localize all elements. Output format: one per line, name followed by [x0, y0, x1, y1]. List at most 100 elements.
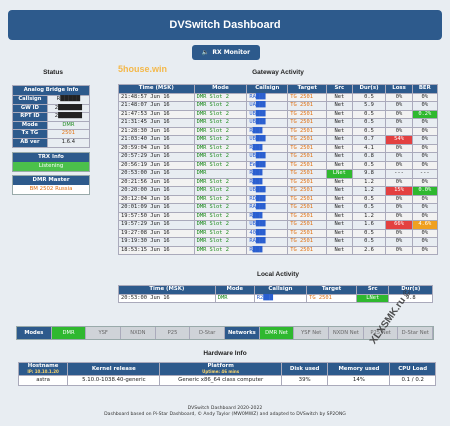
gateway-cell: R███	[246, 126, 289, 136]
local-header: Time (MSK)	[118, 285, 216, 295]
gateway-cell: UB███	[246, 118, 289, 128]
hardware-info-title: Hardware Info	[203, 350, 247, 357]
gateway-cell: R███	[246, 169, 289, 179]
gateway-cell: LNet	[326, 169, 353, 179]
local-header: Mode	[214, 285, 255, 295]
gateway-cell: 20:53:00 Jun 16	[118, 169, 195, 179]
gateway-header: BER	[411, 84, 439, 94]
cpu-header: CPU Load	[389, 362, 436, 376]
gateway-cell: 0%	[385, 177, 413, 187]
table-row: 19:57:50 Jun 16 DMR Slot 2 R███ TG 2501 Net 1…	[118, 211, 439, 221]
kernel-header: Kernel release	[67, 362, 161, 376]
table-row: 20:12:04 Jun 16 DMR Slot 2 RD███ TG 2501 Net…	[118, 194, 439, 204]
gateway-cell: Net	[326, 237, 353, 247]
gateway-header: Callsign	[246, 84, 289, 94]
gateway-cell: 19:27:08 Jun 16	[118, 228, 195, 238]
platform-value: Generic x86_64 class computer	[159, 375, 282, 386]
gateway-cell: Net	[326, 203, 353, 213]
gateway-cell: R███	[246, 245, 289, 255]
gateway-cell: 66%	[385, 220, 413, 230]
gateway-cell: TG 2501	[287, 245, 328, 255]
status-label: Callsign	[12, 95, 48, 105]
gateway-cell: 0%	[385, 211, 413, 221]
kernel-value: 5.10.0-1038.40-generic	[67, 375, 161, 386]
gateway-cell: 0.0%	[411, 186, 439, 196]
rx-monitor-label: RX Monitor	[212, 49, 251, 56]
gateway-cell: Net	[326, 143, 353, 153]
gateway-cell: R███	[246, 143, 289, 153]
trx-status: Listening	[13, 162, 89, 171]
rx-monitor-button[interactable]: 🔈 RX Monitor	[192, 45, 260, 60]
footer: DVSwitch Dashboard 2020-2022 Dashboard b…	[0, 406, 450, 418]
local-cell: TG 2501	[306, 293, 358, 303]
gateway-cell: 0%	[411, 118, 439, 128]
gateway-cell: 0.5	[351, 118, 387, 128]
gateway-cell: DMR Slot 2	[193, 101, 248, 111]
gateway-cell: 0%	[385, 143, 413, 153]
gateway-cell: 0.2%	[411, 109, 439, 119]
table-row: 20:01:09 Jun 16 DMR Slot 2 RA███ TG 2501 Net…	[118, 203, 439, 213]
dmr-master-header: DMR Master	[13, 176, 89, 185]
mode-item: P25	[155, 327, 191, 339]
gateway-cell: TG 2501	[287, 237, 328, 247]
gateway-cell: 0.5	[351, 203, 387, 213]
status-value: 1.6.4	[46, 137, 91, 148]
gateway-cell: 20:56:19 Jun 16	[118, 160, 195, 170]
platform-header: Platform Uptime: 46 mins	[159, 362, 282, 376]
gateway-cell: DMR Slot 2	[193, 228, 248, 238]
gateway-cell: 0%	[411, 203, 439, 213]
local-cell: 20:53:00 Jun 16	[118, 293, 216, 303]
gateway-cell: 0%	[411, 143, 439, 153]
gateway-cell: 0%	[411, 245, 439, 255]
gateway-cell: TG 2501	[287, 160, 328, 170]
status-label: RPT ID	[12, 112, 48, 122]
gateway-cell: UB███	[246, 152, 289, 162]
gateway-cell: RA███	[246, 92, 289, 102]
status-label: Tx TG	[12, 129, 48, 139]
page-title: DVSwitch Dashboard	[169, 19, 281, 31]
gateway-cell: Net	[326, 101, 353, 111]
gateway-cell: UB███	[246, 220, 289, 230]
mode-item: YSF Net	[294, 327, 330, 339]
gateway-cell: Net	[326, 177, 353, 187]
mode-item: D-Star Net	[398, 327, 434, 339]
gateway-cell: 1.2	[351, 186, 387, 196]
gateway-cell: 0.5	[351, 92, 387, 102]
gateway-cell: 0%	[411, 92, 439, 102]
memory-header: Memory used	[327, 362, 391, 376]
gateway-cell: 0%	[411, 177, 439, 187]
trx-info-header: TRX Info	[13, 153, 89, 162]
gateway-cell: 1.6	[351, 220, 387, 230]
gateway-cell: 21:03:40 Jun 16	[118, 135, 195, 145]
hostname-header: Hostname IP: 10.10.1.20	[17, 362, 69, 376]
gateway-cell: 54%	[385, 135, 413, 145]
gateway-cell: 0%	[411, 126, 439, 136]
gateway-cell: 0%	[385, 228, 413, 238]
local-activity-title: Local Activity	[256, 271, 300, 278]
disk-header: Disk used	[280, 362, 329, 376]
gateway-cell: DMR Slot 2	[193, 109, 248, 119]
table-row: 18:53:15 Jun 16 DMR Slot 2 R███ TG 2501 Net 2…	[118, 245, 439, 255]
gateway-cell: 0%	[411, 211, 439, 221]
gateway-cell: 4.6%	[411, 220, 439, 230]
table-row: 21:47:53 Jun 16 DMR Slot 2 UB███ TG 2501 Net…	[118, 109, 439, 119]
local-header: Target	[306, 285, 358, 295]
gateway-cell: UB███	[246, 109, 289, 119]
gateway-cell: ---	[411, 169, 439, 179]
gateway-cell: 1.2	[351, 211, 387, 221]
gateway-cell: 0.5	[351, 194, 387, 204]
status-value: DMR	[46, 120, 91, 131]
gateway-cell: DMR Slot 2	[193, 135, 248, 145]
gateway-cell: R███	[246, 177, 289, 187]
gateway-cell: TG 2501	[287, 203, 328, 213]
gateway-cell: 0%	[385, 92, 413, 102]
gateway-header: Src	[326, 84, 353, 94]
gateway-cell: 18:53:15 Jun 16	[118, 245, 195, 255]
status-value: 2501	[46, 129, 91, 139]
dmr-master-value: BM 2502 Russia	[29, 186, 73, 192]
dmr-master-panel: DMR Master BM 2502 Russia	[12, 175, 90, 195]
gateway-cell: R███	[246, 211, 289, 221]
gateway-cell: 19:19:30 Jun 16	[118, 237, 195, 247]
gateway-cell: TG 2501	[287, 220, 328, 230]
gateway-cell: Net	[326, 220, 353, 230]
